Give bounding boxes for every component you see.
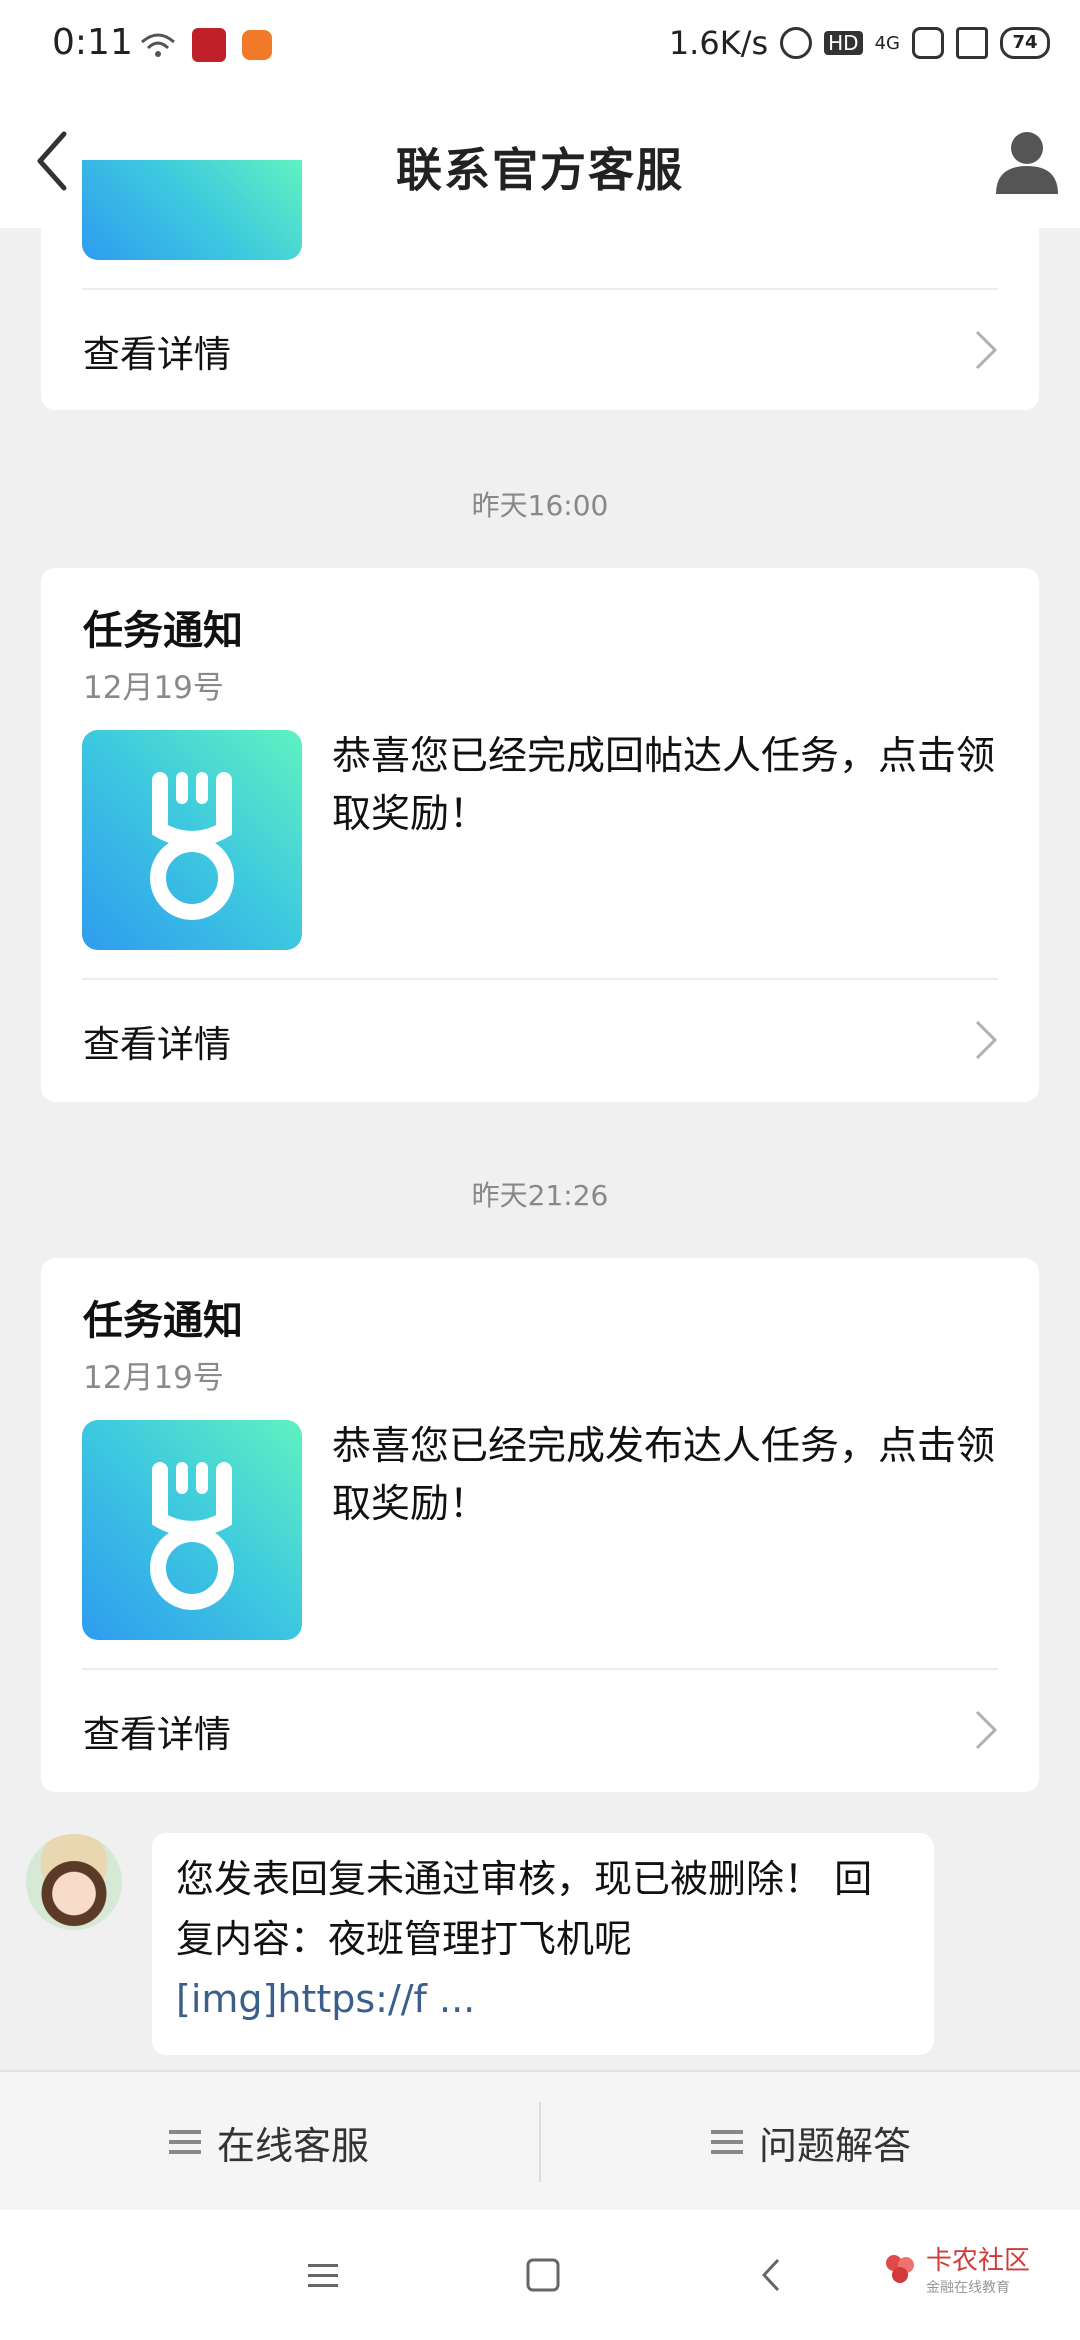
- card-message: 恭喜您已经完成回帖达人任务，点击领取奖励！: [332, 734, 996, 837]
- medal-thumbnail: [82, 160, 302, 260]
- faq-label: 问题解答: [758, 2123, 911, 2168]
- bottom-menu: 在线客服 问题解答: [0, 2070, 1080, 2212]
- online-service-label: 在线客服: [216, 2123, 369, 2168]
- watermark-logo-icon: [885, 2254, 914, 2283]
- alarm-icon: [780, 27, 813, 59]
- paw-icon: [912, 27, 944, 59]
- system-nav-bar: 卡农社区 金融在线教育: [0, 2210, 1080, 2340]
- app-notification-icon: [192, 28, 226, 62]
- view-details-label: 查看详情: [83, 333, 231, 376]
- user-icon[interactable]: [992, 126, 1062, 196]
- hd-icon: HD: [824, 31, 863, 55]
- recent-apps-icon[interactable]: [298, 2250, 348, 2300]
- notification-card[interactable]: 任务通知 12月19号 恭喜您已经完成发布达人任务，点击领取奖励！ 查看详情: [41, 1258, 1039, 1792]
- menu-icon: [710, 2130, 743, 2154]
- notification-card[interactable]: 任务通知 12月19号 恭喜您已经完成回帖达人任务，点击领取奖励！ 查看详情: [41, 568, 1039, 1102]
- chat-message-text: 您发表回复未通过审核，现已被删除！ 回复内容：夜班管理打飞机呢: [176, 1857, 873, 1961]
- signal-icon: [956, 27, 988, 59]
- divider: [539, 2102, 541, 2182]
- avatar[interactable]: [26, 1834, 122, 1930]
- view-details-label: 查看详情: [83, 1713, 231, 1756]
- card-message: 恭喜您已经完成发布达人任务，点击领取奖励！: [332, 1424, 996, 1527]
- watermark-text: 卡农社区 金融在线教育: [926, 2240, 1030, 2297]
- chat-link[interactable]: [img]https://f ...: [176, 1977, 475, 2021]
- notification-card: 查看详情: [41, 160, 1039, 410]
- card-date: 12月19号: [83, 1360, 224, 1396]
- view-details-label: 查看详情: [83, 1023, 231, 1066]
- chevron-right-icon: [975, 1710, 998, 1750]
- chat-message: 您发表回复未通过审核，现已被删除！ 回复内容：夜班管理打飞机呢 [img]htt…: [176, 1849, 910, 2029]
- app-notification-icon: [242, 30, 272, 60]
- nav-back-icon[interactable]: [746, 2250, 796, 2300]
- status-bar: 0:11 1.6K/s HD 4G 74: [0, 0, 1080, 96]
- online-service-button[interactable]: 在线客服: [0, 2072, 538, 2212]
- view-details-link[interactable]: 查看详情: [41, 980, 1039, 1100]
- card-title: 任务通知: [83, 1298, 243, 1344]
- medal-thumbnail: [82, 730, 302, 950]
- medal-icon: [150, 1462, 234, 1610]
- watermark-brand: 卡农社区: [925, 2246, 1030, 2276]
- medal-thumbnail: [82, 1420, 302, 1640]
- notification-icons: [140, 28, 272, 62]
- wifi-icon: [141, 33, 175, 57]
- network-type: 4G: [874, 32, 900, 54]
- faq-button[interactable]: 问题解答: [542, 2072, 1080, 2212]
- watermark: 卡农社区 金融在线教育: [882, 2240, 1030, 2297]
- timestamp: 昨天21:26: [471, 1179, 609, 1212]
- card-title: 任务通知: [83, 608, 243, 654]
- card-date: 12月19号: [83, 670, 224, 706]
- view-details-link[interactable]: 查看详情: [41, 1670, 1039, 1790]
- chat-bubble[interactable]: 您发表回复未通过审核，现已被删除！ 回复内容：夜班管理打飞机呢 [img]htt…: [152, 1833, 934, 2055]
- timestamp: 昨天16:00: [471, 489, 609, 522]
- status-right: 1.6K/s HD 4G 74: [669, 24, 1050, 62]
- chevron-right-icon: [975, 330, 998, 370]
- net-speed: 1.6K/s: [668, 24, 769, 62]
- menu-icon: [168, 2130, 201, 2154]
- chevron-right-icon: [975, 1020, 998, 1060]
- view-details-link[interactable]: 查看详情: [41, 290, 1039, 410]
- medal-icon: [150, 772, 234, 920]
- battery-icon: 74: [1000, 27, 1050, 59]
- home-icon[interactable]: [518, 2250, 568, 2300]
- watermark-sub: 金融在线教育: [925, 2280, 1010, 2296]
- status-time: 0:11: [52, 22, 133, 63]
